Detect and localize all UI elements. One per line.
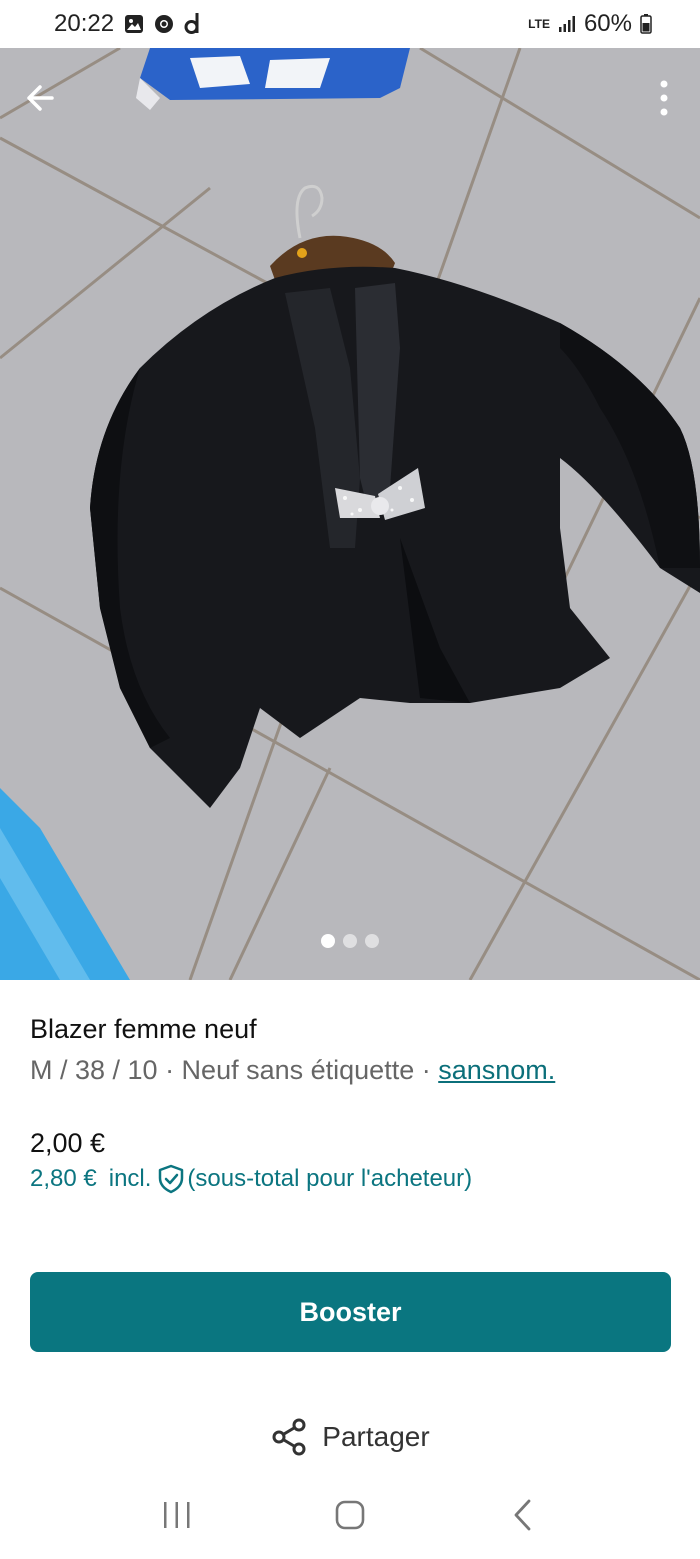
share-icon [272,1418,306,1456]
buyer-price-info[interactable]: 2,80 € incl. (sous-total pour l'acheteur… [30,1164,670,1194]
item-price: 2,00 € [30,1128,106,1158]
status-time: 20:22 [54,10,115,37]
more-options-button[interactable] [654,74,674,122]
gallery-icon [124,14,144,34]
battery-icon [640,14,652,34]
recent-apps-button[interactable] [147,1485,207,1545]
share-button[interactable]: Partager [0,1412,700,1462]
system-nav-bar [0,1470,700,1559]
status-left: 20:22 [54,10,202,38]
battery-percent: 60% [583,10,632,37]
signal-icon [558,15,576,33]
item-meta-text: M / 38 / 10 · Neuf sans étiquette · [30,1055,439,1085]
share-label: Partager [322,1421,430,1452]
pagination-dot[interactable] [365,934,379,948]
item-meta: M / 38 / 10 · Neuf sans étiquette · sans… [30,1052,670,1088]
booster-button[interactable]: Booster [30,1272,671,1352]
pagination-dot[interactable] [343,934,357,948]
pagination-dot[interactable] [321,934,335,948]
chrome-icon [154,14,174,34]
system-back-button[interactable] [493,1485,553,1545]
shield-check-icon [159,1164,184,1194]
brand-link[interactable]: sansnom. [438,1055,555,1085]
gallery-pagination [321,934,379,948]
arrow-left-icon [27,85,54,111]
item-title: Blazer femme neuf [30,1014,257,1044]
more-vertical-icon [660,80,668,116]
item-photo-gallery[interactable] [0,48,700,980]
home-button[interactable] [320,1485,380,1545]
item-photo [0,48,700,980]
status-right: LTE 60% [528,10,652,38]
back-icon [514,1499,531,1530]
status-bar: 20:22 LTE 60% [0,0,700,48]
d-app-icon [184,13,202,35]
recent-apps-icon [163,1501,190,1528]
network-type: LTE [528,17,550,31]
home-icon [335,1500,365,1529]
item-details: Blazer femme neuf M / 38 / 10 · Neuf san… [30,1012,670,1194]
buyer-price-incl: incl. [108,1165,152,1192]
buyer-price-note: (sous-total pour l'acheteur) [187,1165,473,1192]
buyer-price-amount: 2,80 € [30,1165,97,1192]
back-button[interactable] [20,78,64,118]
